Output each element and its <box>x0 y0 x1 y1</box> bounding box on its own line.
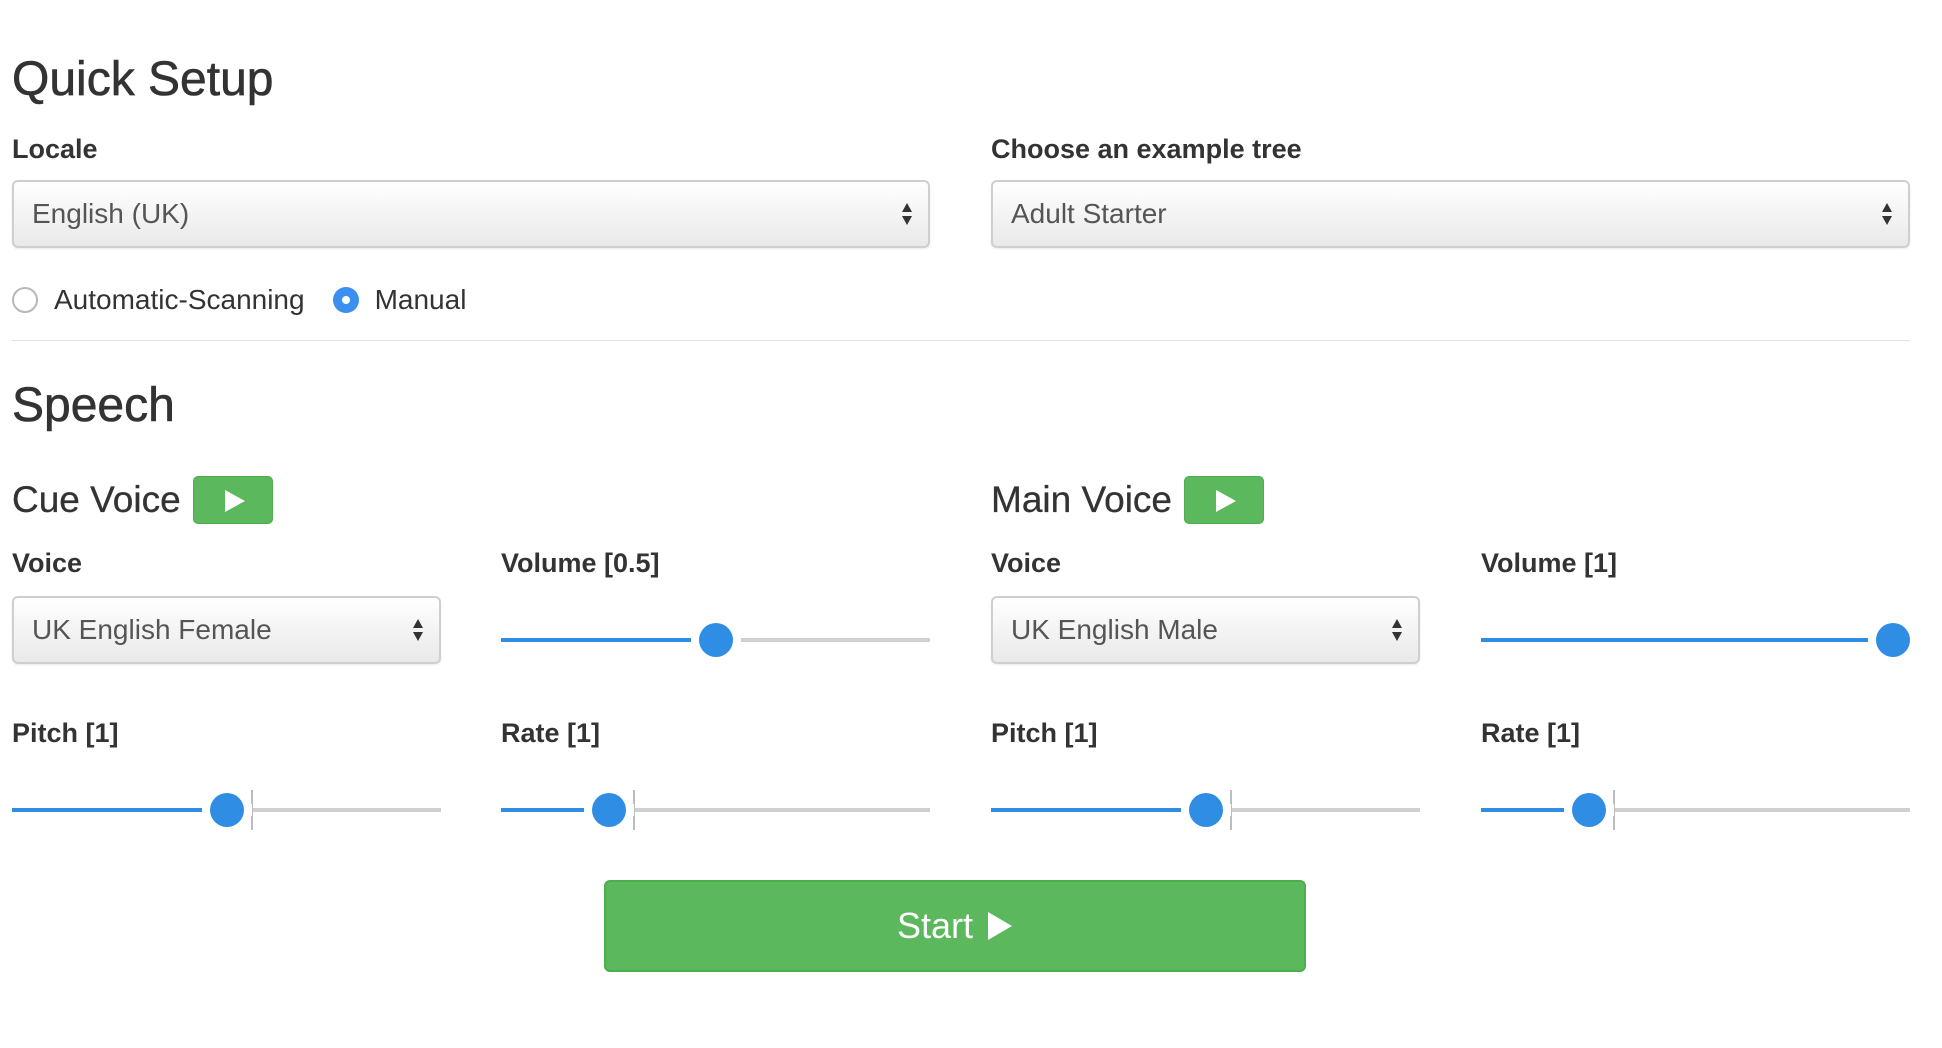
select-arrows-icon <box>1392 619 1402 641</box>
main-rate-slider[interactable] <box>1481 790 1910 830</box>
slider-fill <box>1481 808 1575 812</box>
manual-radio[interactable] <box>332 287 359 313</box>
cue-pitch-label: Pitch [1] <box>12 718 119 748</box>
slider-fill <box>1481 638 1878 642</box>
main-voice-select-value: UK English Male <box>1011 614 1218 645</box>
main-pitch-label: Pitch [1] <box>991 718 1098 748</box>
select-arrows-icon <box>1882 203 1892 225</box>
slider-thumb[interactable] <box>698 623 733 657</box>
cue-pitch-slider[interactable] <box>12 790 441 830</box>
locale-select-value: English (UK) <box>32 198 190 229</box>
slider-thumb[interactable] <box>1876 623 1910 657</box>
main-pitch-slider[interactable] <box>991 790 1420 830</box>
cue-voice-title: Cue Voice <box>12 479 181 520</box>
play-icon <box>1216 490 1236 512</box>
play-icon <box>224 490 245 512</box>
select-arrows-icon <box>413 619 423 641</box>
main-voice-label: Voice <box>991 548 1062 578</box>
locale-label: Locale <box>12 134 98 164</box>
cue-voice-select-value: UK English Female <box>32 614 272 645</box>
slider-fill <box>501 638 701 642</box>
example-tree-select[interactable]: Adult Starter <box>991 180 1910 248</box>
example-tree-label: Choose an example tree <box>991 134 1302 164</box>
automatic-scanning-radio[interactable] <box>12 287 38 313</box>
cue-voice-label: Voice <box>12 548 83 578</box>
main-volume-label: Volume [1] <box>1481 548 1618 578</box>
cue-rate-label: Rate [1] <box>501 718 601 748</box>
cue-voice-play-button[interactable] <box>192 476 273 524</box>
slider-thumb[interactable] <box>209 793 244 827</box>
cue-volume-label: Volume [0.5] <box>501 548 660 578</box>
cue-voice-heading: Cue Voice <box>12 474 273 526</box>
main-volume-slider[interactable] <box>1481 620 1918 660</box>
play-icon <box>988 912 1013 940</box>
start-button-label: Start <box>896 905 974 946</box>
slider-fill <box>12 808 212 812</box>
main-voice-heading: Main Voice <box>991 474 1264 526</box>
manual-label[interactable]: Manual <box>375 284 467 316</box>
start-button[interactable]: Start <box>604 880 1306 972</box>
speech-heading: Speech <box>12 379 175 433</box>
scan-mode-radio-group: Automatic-Scanning Manual <box>12 280 466 320</box>
cue-volume-slider[interactable] <box>501 620 930 660</box>
slider-thumb[interactable] <box>592 793 627 827</box>
locale-select[interactable]: English (UK) <box>12 180 930 248</box>
quick-setup-heading: Quick Setup <box>12 53 274 107</box>
main-voice-title: Main Voice <box>991 479 1172 520</box>
select-arrows-icon <box>902 203 912 225</box>
slider-fill <box>991 808 1191 812</box>
cue-voice-select[interactable]: UK English Female <box>12 596 441 664</box>
automatic-scanning-label[interactable]: Automatic-Scanning <box>54 284 305 316</box>
main-voice-play-button[interactable] <box>1184 476 1264 524</box>
section-divider <box>12 340 1910 341</box>
slider-fill <box>501 808 595 812</box>
cue-rate-slider[interactable] <box>501 790 930 830</box>
main-rate-label: Rate [1] <box>1481 718 1581 748</box>
example-tree-select-value: Adult Starter <box>1011 198 1167 229</box>
slider-thumb[interactable] <box>1572 793 1607 827</box>
slider-thumb[interactable] <box>1188 793 1223 827</box>
main-voice-select[interactable]: UK English Male <box>991 596 1420 664</box>
